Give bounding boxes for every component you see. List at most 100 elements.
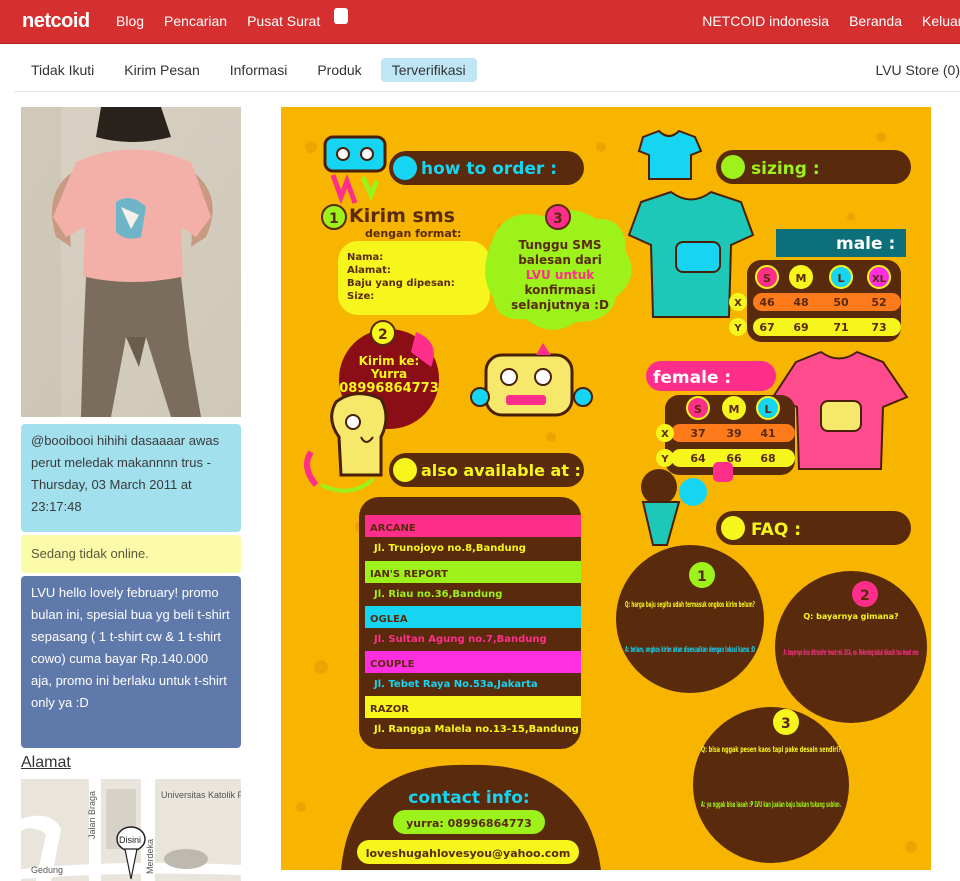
store-cart-link[interactable]: LVU Store (0) bbox=[875, 62, 960, 78]
top-navbar: netcoid Blog Pencarian Pusat Surat 2 NETC… bbox=[0, 0, 960, 44]
brand-logo[interactable]: netcoid bbox=[22, 10, 90, 33]
store-name-ians-report: IAN'S REPORT bbox=[370, 569, 448, 580]
store-name-arcane: ARCANE bbox=[370, 523, 416, 534]
step3-line-1: Tunggu SMS bbox=[518, 238, 601, 252]
male-y-m: 69 bbox=[793, 321, 808, 334]
status-box-promo: LVU hello lovely february! promo bulan i… bbox=[21, 576, 241, 748]
store-addr-couple: Jl. Tebet Raya No.53a,Jakarta bbox=[373, 679, 538, 690]
male-size-s: S bbox=[763, 272, 771, 285]
robot-mascot-icon bbox=[323, 135, 387, 205]
store-name-razor: RAZOR bbox=[370, 704, 409, 715]
svg-text:1: 1 bbox=[329, 211, 339, 227]
female-size-s: S bbox=[694, 403, 702, 416]
also-available-heading: also available at : bbox=[421, 461, 581, 480]
profile-tabs: Tidak Ikuti Kirim Pesan Informasi Produk… bbox=[20, 58, 485, 82]
svg-text:X: X bbox=[734, 298, 742, 309]
female-y-l: 68 bbox=[760, 452, 775, 465]
nav-keluar[interactable]: Keluar bbox=[922, 13, 960, 29]
svg-text:Y: Y bbox=[733, 323, 742, 334]
map-pin-label: Disini bbox=[119, 835, 141, 845]
male-y-xl: 73 bbox=[871, 321, 886, 334]
toast-mascot-icon bbox=[304, 392, 388, 493]
male-size-l: L bbox=[837, 272, 844, 285]
tab-terverifikasi[interactable]: Terverifikasi bbox=[380, 58, 477, 82]
tab-tidak-ikuti[interactable]: Tidak Ikuti bbox=[20, 58, 105, 82]
top-nav: Blog Pencarian Pusat Surat 2 bbox=[116, 8, 349, 29]
female-x-m: 39 bbox=[726, 427, 741, 440]
how-to-order-heading: how to order : bbox=[421, 159, 557, 179]
map-label-gedung: Gedung bbox=[31, 865, 63, 875]
faq1-answer: A: belum, ongkos kirim akan disesuaikan … bbox=[625, 645, 755, 654]
tshirt-icon bbox=[637, 129, 703, 180]
female-y-s: 64 bbox=[690, 452, 706, 465]
faq-heading: FAQ : bbox=[751, 520, 801, 540]
store-addr-razor: Jl. Rangga Malela no.13-15,Bandung bbox=[373, 724, 579, 735]
faq2-answer: A: bayarnya bisa ditransfer lewat rek. B… bbox=[784, 648, 919, 657]
step1-title: Kirim sms bbox=[349, 205, 455, 227]
step2-title: Kirim ke: bbox=[359, 354, 420, 368]
female-size-m: M bbox=[729, 403, 740, 416]
tab-kirim-pesan[interactable]: Kirim Pesan bbox=[113, 58, 210, 82]
female-x-s: 37 bbox=[690, 427, 705, 440]
map-street-merdeka: Merdeka bbox=[145, 839, 155, 874]
female-heading: female : bbox=[653, 368, 731, 388]
nav-pusat-surat[interactable]: Pusat Surat 2 bbox=[247, 8, 349, 29]
female-size-l: L bbox=[764, 403, 771, 416]
message-count-badge: 2 bbox=[334, 8, 349, 24]
location-map[interactable]: Universitas Katolik Parahyangan - Jalan … bbox=[21, 779, 241, 881]
step1-field-baju: Baju yang dipesan: bbox=[347, 278, 455, 289]
tab-informasi[interactable]: Informasi bbox=[219, 58, 299, 82]
svg-text:3: 3 bbox=[553, 211, 563, 227]
svg-text:2: 2 bbox=[378, 327, 388, 343]
nav-netcoid-indonesia[interactable]: NETCOID indonesia bbox=[702, 13, 829, 29]
map-label-university: Universitas Katolik Parahyangan - Jalan … bbox=[161, 790, 241, 800]
profile-photo bbox=[21, 107, 241, 417]
svg-text:X: X bbox=[661, 429, 669, 440]
step3-line-5: selanjutnya :D bbox=[511, 298, 609, 312]
step1-subtitle: dengan format: bbox=[365, 227, 461, 240]
status-box-online: Sedang tidak online. bbox=[21, 535, 241, 573]
step1-field-alamat: Alamat: bbox=[347, 265, 391, 276]
store-addr-ians-report: Jl. Riau no.36,Bandung bbox=[373, 589, 502, 600]
male-x-s: 46 bbox=[759, 296, 775, 309]
svg-text:3: 3 bbox=[781, 716, 791, 732]
step2-name: Yurra bbox=[370, 367, 407, 381]
contact-email: loveshugahlovesyou@yahoo.com bbox=[366, 847, 571, 860]
alamat-heading[interactable]: Alamat bbox=[21, 754, 71, 772]
contact-phone: yurra: 08996864773 bbox=[406, 817, 532, 830]
nav-blog[interactable]: Blog bbox=[116, 13, 144, 29]
male-x-xl: 52 bbox=[871, 296, 886, 309]
faq2-question: Q: bayarnya gimana? bbox=[803, 612, 899, 621]
robot-head-icon bbox=[470, 343, 593, 417]
store-name-oglea: OGLEA bbox=[370, 614, 408, 625]
male-size-xl: XL bbox=[872, 274, 887, 285]
store-info-poster: how to order : 1 Kirim sms dengan format… bbox=[281, 107, 931, 870]
step1-field-size: Size: bbox=[347, 291, 374, 302]
male-x-m: 48 bbox=[793, 296, 808, 309]
step1-field-nama: Nama: bbox=[347, 252, 383, 263]
step3-line-3: LVU untuk bbox=[526, 268, 596, 282]
contact-heading: contact info: bbox=[408, 788, 529, 808]
svg-text:2: 2 bbox=[860, 588, 870, 604]
store-addr-arcane: Jl. Trunojoyo no.8,Bandung bbox=[373, 543, 526, 554]
top-right-nav: NETCOID indonesia Beranda Keluar bbox=[702, 13, 960, 29]
faq3-answer: A: ya nggak bisa laaah :P LVU kan jualan… bbox=[701, 800, 841, 809]
female-x-l: 41 bbox=[760, 427, 775, 440]
profile-subnav: Tidak Ikuti Kirim Pesan Informasi Produk… bbox=[14, 52, 960, 92]
map-street-braga: Jalan Braga bbox=[87, 791, 97, 839]
sizing-heading: sizing : bbox=[751, 159, 820, 179]
store-name-couple: COUPLE bbox=[370, 659, 415, 670]
male-y-l: 71 bbox=[833, 321, 848, 334]
status-box-last-message: @booibooi hihihi dasaaaar awas perut mel… bbox=[21, 424, 241, 532]
faq1-question: Q: harga baju segitu udah termasuk ongko… bbox=[625, 600, 755, 609]
svg-text:Y: Y bbox=[660, 454, 669, 465]
nav-beranda[interactable]: Beranda bbox=[849, 13, 902, 29]
nav-pencarian[interactable]: Pencarian bbox=[164, 13, 227, 29]
step3-line-2: balesan dari bbox=[518, 253, 602, 267]
nav-pusat-surat-label: Pusat Surat bbox=[247, 13, 321, 29]
male-heading: male : bbox=[836, 234, 895, 254]
tab-produk[interactable]: Produk bbox=[306, 58, 372, 82]
male-size-m: M bbox=[796, 272, 807, 285]
svg-text:1: 1 bbox=[697, 569, 707, 585]
male-x-l: 50 bbox=[833, 296, 849, 309]
